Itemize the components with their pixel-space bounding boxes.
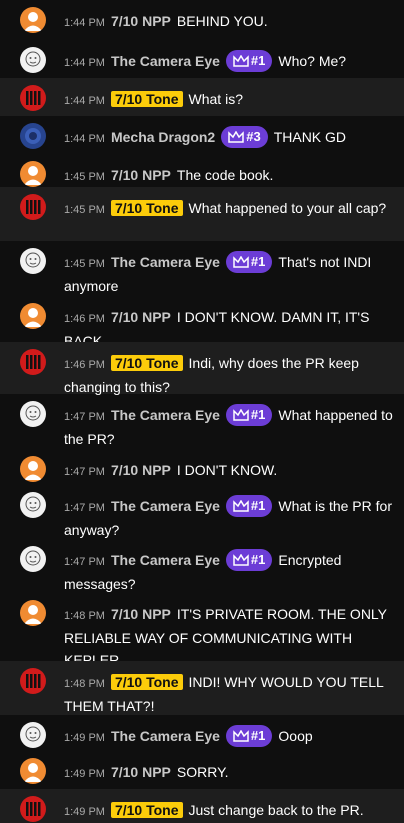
message-text: Who? Me? — [278, 53, 347, 69]
rank-badge: #1 — [225, 404, 273, 426]
sketch-face-avatar[interactable] — [20, 492, 46, 518]
orange-person-avatar[interactable] — [20, 161, 46, 187]
author-name[interactable]: 7/10 Tone — [110, 355, 183, 371]
chat-message: 1:44 PM 7/10 Tone What is? — [0, 78, 404, 116]
timestamp: 1:48 PM — [64, 610, 105, 622]
message-text: Indi, why does the PR keep changing to t… — [64, 355, 359, 395]
chat-message: 1:46 PM 7/10 Tone Indi, why does the PR ke… — [0, 342, 404, 395]
timestamp: 1:44 PM — [64, 57, 105, 69]
timestamp: 1:44 PM — [64, 133, 105, 145]
chat-message: 1:44 PM 7/10 NPP BEHIND YOU. — [0, 0, 404, 40]
author-name[interactable]: 7/10 NPP — [111, 13, 171, 29]
author-name[interactable]: 7/10 Tone — [110, 802, 183, 818]
crown-icon — [233, 554, 249, 566]
rank-badge: #1 — [225, 725, 273, 747]
message-text: Just change back to the PR. — [188, 802, 364, 818]
chat-message: 1:44 PM The Camera Eye #1 Who? Me? — [0, 40, 404, 78]
timestamp: 1:45 PM — [64, 258, 105, 270]
message-text: I DON'T KNOW. — [176, 462, 278, 478]
chat-message: 1:47 PM The Camera Eye #1 What is the PR fo… — [0, 485, 404, 539]
message-text: SORRY. — [176, 764, 229, 780]
sketch-face-avatar[interactable] — [20, 47, 46, 73]
sketch-face-avatar[interactable] — [20, 722, 46, 748]
crown-icon — [233, 500, 249, 512]
chat-message: 1:49 PM The Camera Eye #1 Ooop — [0, 715, 404, 751]
timestamp: 1:44 PM — [64, 17, 105, 29]
chat-message: 1:47 PM 7/10 NPP I DON'T KNOW. — [0, 449, 404, 485]
timestamp: 1:48 PM — [64, 678, 105, 690]
red-logo-avatar[interactable] — [20, 796, 46, 822]
author-name[interactable]: 7/10 Tone — [110, 91, 183, 107]
orange-person-avatar[interactable] — [20, 303, 46, 329]
sketch-face-avatar[interactable] — [20, 546, 46, 572]
sketch-face-avatar[interactable] — [20, 248, 46, 274]
red-logo-avatar[interactable] — [20, 85, 46, 111]
message-text: THANK GD — [273, 129, 347, 145]
message-text: Ooop — [278, 728, 313, 744]
red-logo-avatar[interactable] — [20, 668, 46, 694]
author-name[interactable]: The Camera Eye — [111, 552, 220, 568]
chat-message: 1:45 PM 7/10 Tone What happened to your al… — [0, 187, 404, 241]
message-text: What is? — [188, 91, 243, 107]
timestamp: 1:47 PM — [64, 502, 105, 514]
crown-icon — [233, 409, 249, 421]
timestamp: 1:47 PM — [64, 556, 105, 568]
author-name[interactable]: 7/10 NPP — [111, 167, 171, 183]
chat-message: 1:46 PM 7/10 NPP I DON'T KNOW. DAMN IT, IT… — [0, 296, 404, 349]
chat-message: 1:45 PM The Camera Eye #1 That's not INDI a… — [0, 241, 404, 296]
message-text: What happened to your all cap? — [188, 200, 387, 216]
red-logo-avatar[interactable] — [20, 194, 46, 220]
crown-icon — [233, 730, 249, 742]
timestamp: 1:45 PM — [64, 204, 105, 216]
author-name[interactable]: 7/10 NPP — [111, 606, 171, 622]
timestamp: 1:46 PM — [64, 359, 105, 371]
timestamp: 1:46 PM — [64, 313, 105, 325]
chat-message: 1:47 PM The Camera Eye #1 What happened to … — [0, 394, 404, 449]
blue-dragon-avatar[interactable] — [20, 123, 46, 149]
author-name[interactable]: 7/10 NPP — [111, 309, 171, 325]
chat-message: 1:48 PM 7/10 Tone INDI! WHY WOULD YOU TELL… — [0, 661, 404, 715]
chat-message: 1:49 PM 7/10 NPP SORRY. — [0, 751, 404, 789]
orange-person-avatar[interactable] — [20, 456, 46, 482]
author-name[interactable]: The Camera Eye — [111, 498, 220, 514]
rank-badge: #3 — [221, 126, 268, 148]
rank-badge: #1 — [225, 495, 273, 517]
author-name[interactable]: 7/10 Tone — [110, 200, 183, 216]
rank-badge: #1 — [225, 50, 273, 72]
orange-person-avatar[interactable] — [20, 7, 46, 33]
orange-person-avatar[interactable] — [20, 600, 46, 626]
author-name[interactable]: 7/10 Tone — [110, 674, 183, 690]
chat-message: 1:45 PM 7/10 NPP The code book. — [0, 154, 404, 187]
chat-message: 1:48 PM 7/10 NPP IT'S PRIVATE ROOM. THE ON… — [0, 593, 404, 668]
author-name[interactable]: 7/10 NPP — [111, 764, 171, 780]
author-name[interactable]: 7/10 NPP — [111, 462, 171, 478]
timestamp: 1:49 PM — [64, 768, 105, 780]
sketch-face-avatar[interactable] — [20, 401, 46, 427]
timestamp: 1:49 PM — [64, 732, 105, 744]
message-text: The code book. — [176, 167, 274, 183]
author-name[interactable]: The Camera Eye — [111, 53, 220, 69]
crown-icon — [228, 131, 244, 143]
chat-message: 1:47 PM The Camera Eye #1 Encrypted message… — [0, 539, 404, 593]
rank-badge: #1 — [225, 549, 273, 571]
timestamp: 1:44 PM — [64, 95, 105, 107]
crown-icon — [233, 256, 249, 268]
timestamp: 1:49 PM — [64, 806, 105, 818]
crown-icon — [233, 55, 249, 67]
author-name[interactable]: The Camera Eye — [111, 728, 220, 744]
timestamp: 1:47 PM — [64, 411, 105, 423]
chat-message-list[interactable]: 1:44 PM 7/10 NPP BEHIND YOU. 1:44 PM The Ca… — [0, 0, 404, 823]
chat-message: 1:44 PM Mecha Dragon2 #3 THANK GD — [0, 116, 404, 154]
author-name[interactable]: Mecha Dragon2 — [111, 129, 215, 145]
orange-person-avatar[interactable] — [20, 758, 46, 784]
timestamp: 1:45 PM — [64, 171, 105, 183]
chat-message: 1:49 PM 7/10 Tone Just change back to the … — [0, 789, 404, 823]
rank-badge: #1 — [225, 251, 273, 273]
author-name[interactable]: The Camera Eye — [111, 254, 220, 270]
red-logo-avatar[interactable] — [20, 349, 46, 375]
author-name[interactable]: The Camera Eye — [111, 407, 220, 423]
message-text: BEHIND YOU. — [176, 13, 268, 29]
timestamp: 1:47 PM — [64, 466, 105, 478]
